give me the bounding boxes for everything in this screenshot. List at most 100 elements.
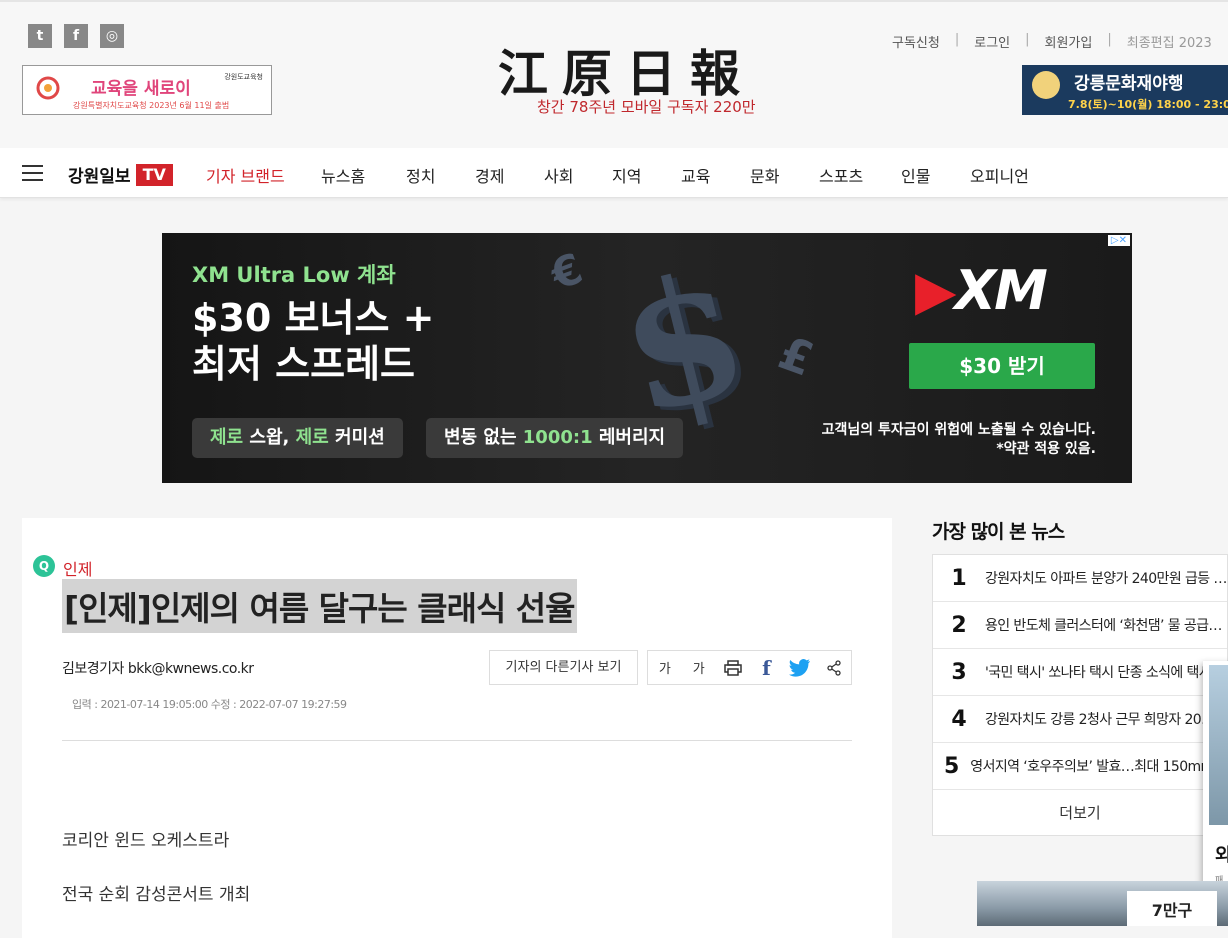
xm-logo-text: XM <box>954 259 1048 322</box>
ad-risk-line2: *약관 적용 있음. <box>996 441 1096 457</box>
article-category[interactable]: 인제 <box>63 556 92 580</box>
article-tools: 가 가 f <box>647 650 852 685</box>
popup-image <box>1209 665 1228 825</box>
rank-number: 3 <box>951 659 967 685</box>
rank-number: 4 <box>951 706 967 732</box>
banner-left-subtitle: 강원특별자치도교육청 2023년 6월 11일 출범 <box>73 101 230 110</box>
separator: | <box>1107 32 1112 47</box>
rank-number: 5 <box>943 753 960 779</box>
divider <box>62 740 852 741</box>
thumbnail-badge: 7만구 <box>1127 891 1217 926</box>
twitter-icon[interactable]: t <box>28 24 52 48</box>
pound-icon: £ <box>771 325 821 387</box>
education-emblem-icon <box>36 76 60 100</box>
list-item[interactable]: 1 강원자치도 아파트 분양가 240만원 급등 … <box>933 555 1227 602</box>
euro-icon: € <box>544 243 589 300</box>
signup-link[interactable]: 회원가입 <box>1045 32 1093 51</box>
list-item[interactable]: 4 강원자치도 강릉 2청사 근무 희망자 20… <box>933 696 1227 743</box>
nav-item-opinion[interactable]: 오피니언 <box>970 163 1029 187</box>
floating-popup[interactable]: 외 패 <box>1203 661 1228 911</box>
list-item[interactable]: 5 영서지역 ‘호우주의보’ 발효…최대 150mm… <box>933 743 1227 790</box>
ad-risk-warning: 고객님의 투자금이 위험에 노출될 수 있습니다. *약관 적용 있음. <box>822 421 1096 459</box>
nav-item-news-home[interactable]: 뉴스홈 <box>321 163 365 187</box>
ad-pill-text: 스왑, <box>243 427 296 448</box>
rank-title: 영서지역 ‘호우주의보’ 발효…최대 150mm… <box>970 759 1227 775</box>
list-item[interactable]: 3 '국민 택시' 쏘나타 택시 단종 소식에 택시… <box>933 649 1227 696</box>
facebook-icon[interactable]: f <box>64 24 88 48</box>
nav-item-society[interactable]: 사회 <box>544 163 573 187</box>
ad-main-line2: 최저 스프레드 <box>192 342 415 386</box>
ad-headline: XM Ultra Low 계좌 <box>192 263 396 287</box>
ad-pill-text: 커미션 <box>328 427 385 448</box>
banner-right-title: 강릉문화재야행 <box>1074 74 1184 94</box>
font-decrease-button[interactable]: 가 <box>648 651 682 684</box>
xm-logo: ▶XM <box>915 259 1048 322</box>
article-title: [인제]인제의 여름 달구는 클래식 선율 <box>62 579 577 633</box>
nav-item-economy[interactable]: 경제 <box>475 163 504 187</box>
rank-number: 1 <box>951 565 967 591</box>
main-nav: 강원일보 TV 기자 브랜드 뉴스홈 정치 경제 사회 지역 교육 문화 스포츠… <box>0 148 1228 198</box>
nav-item-sports[interactable]: 스포츠 <box>819 163 863 187</box>
ad-pill-text: 레버리지 <box>592 427 666 448</box>
reporter-more-button[interactable]: 기자의 다른기사 보기 <box>489 650 638 685</box>
article-byline: 김보경기자 bkk@kwnews.co.kr <box>62 661 254 677</box>
login-link[interactable]: 로그인 <box>974 32 1010 51</box>
separator: | <box>1025 32 1030 47</box>
nav-item-region[interactable]: 지역 <box>612 163 641 187</box>
ad-main-text: $30 보너스 + 최저 스프레드 <box>192 295 435 387</box>
subscribe-link[interactable]: 구독신청 <box>892 32 940 51</box>
nav-item-education[interactable]: 교육 <box>681 163 710 187</box>
banner-left-org: 강원도교육청 <box>224 73 263 81</box>
site-slogan: 창간 78주년 모바일 구독자 220만 <box>537 98 756 116</box>
brand-name: 강원일보 <box>68 167 131 187</box>
festival-banner[interactable]: 강릉문화재야행 7.8(토)~10(월) 18:00 - 23:00 <box>1022 65 1228 115</box>
site-header: t f ◎ 교육을 새로이 강원특별자치도교육청 2023년 6월 11일 출범… <box>0 0 1228 148</box>
font-increase-button[interactable]: 가 <box>682 651 716 684</box>
menu-icon[interactable] <box>22 165 43 181</box>
category-icon: Q <box>33 555 55 577</box>
ad-pill-text: 변동 없는 <box>444 427 523 448</box>
most-viewed-list: 1 강원자치도 아파트 분양가 240만원 급등 … 2 용인 반도체 클러스터… <box>932 554 1228 836</box>
last-edited: 최종편집 2023 <box>1126 36 1212 51</box>
tv-badge: TV <box>135 163 173 186</box>
article-dates: 입력 : 2021-07-14 19:05:00 수정 : 2022-07-07… <box>72 698 347 711</box>
side-thumbnail[interactable]: 7만구 <box>977 881 1228 926</box>
rank-title: 강원자치도 강릉 2청사 근무 희망자 20… <box>985 712 1215 728</box>
rank-number: 2 <box>951 612 967 638</box>
ad-banner[interactable]: € $ £ XM Ultra Low 계좌 $30 보너스 + 최저 스프레드 … <box>162 233 1132 483</box>
education-banner[interactable]: 교육을 새로이 강원특별자치도교육청 2023년 6월 11일 출범 강원도교육… <box>22 65 272 115</box>
separator: | <box>954 32 960 47</box>
social-links: t f ◎ <box>28 24 124 48</box>
facebook-share-icon[interactable]: f <box>749 651 783 684</box>
top-links: 구독신청 | 로그인 | 회원가입 | 최종편집 2023 <box>892 32 1212 51</box>
most-viewed-heading: 가장 많이 본 뉴스 <box>932 521 1065 543</box>
banner-right-dates: 7.8(토)~10(월) 18:00 - 23:00 <box>1068 98 1228 111</box>
nav-item-reporter-brand[interactable]: 기자 브랜드 <box>206 163 285 187</box>
print-icon[interactable] <box>716 651 750 684</box>
ad-pill-text: 제로 <box>295 427 329 448</box>
list-item[interactable]: 2 용인 반도체 클러스터에 ‘화천댐’ 물 공급… <box>933 602 1227 649</box>
share-icon[interactable] <box>817 651 851 684</box>
nav-item-people[interactable]: 인물 <box>901 163 930 187</box>
rank-title: 강원자치도 아파트 분양가 240만원 급등 … <box>985 571 1227 587</box>
popup-title: 외 <box>1215 845 1228 866</box>
nav-item-politics[interactable]: 정치 <box>406 163 435 187</box>
ad-cta-button[interactable]: $30 받기 <box>909 343 1095 389</box>
ad-choices-icon[interactable]: ▷✕ <box>1107 235 1130 246</box>
ad-pill-text: 제로 <box>210 427 244 448</box>
rank-title: '국민 택시' 쏘나타 택시 단종 소식에 택시… <box>985 665 1225 681</box>
ad-risk-line1: 고객님의 투자금이 위험에 노출될 수 있습니다. <box>821 422 1096 438</box>
brand-tv-link[interactable]: 강원일보 TV <box>68 162 173 187</box>
twitter-share-icon[interactable] <box>783 651 817 684</box>
rank-title: 용인 반도체 클러스터에 ‘화천댐’ 물 공급… <box>985 618 1222 634</box>
instagram-icon[interactable]: ◎ <box>100 24 124 48</box>
banner-left-title: 교육을 새로이 <box>91 79 191 99</box>
nav-item-culture[interactable]: 문화 <box>750 163 779 187</box>
ad-pill-leverage: 변동 없는 1000:1 레버리지 <box>426 418 684 458</box>
article-paragraph: 전국 순회 감성콘서트 개최 <box>62 885 251 905</box>
ad-pill-zero: 제로 스왑, 제로 커미션 <box>192 418 403 458</box>
ad-main-line1: $30 보너스 + <box>192 296 435 340</box>
more-button[interactable]: 더보기 <box>933 790 1227 836</box>
ad-pill-text: 1000:1 <box>522 427 593 448</box>
article-body: Q 인제 [인제]인제의 여름 달구는 클래식 선율 김보경기자 bkk@kwn… <box>22 518 892 938</box>
